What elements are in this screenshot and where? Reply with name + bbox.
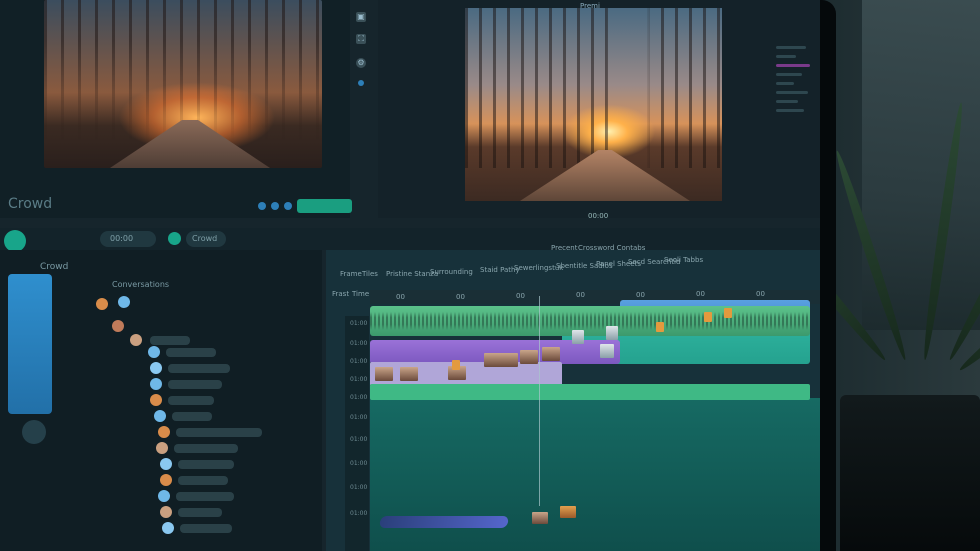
timeline-menu-item[interactable]: Frame <box>340 270 362 278</box>
inspector-panel[interactable] <box>772 40 820 220</box>
playhead[interactable] <box>539 296 540 506</box>
timeline-menu-item[interactable]: Seoli Tabbs <box>664 256 703 264</box>
source-trees <box>44 0 322 140</box>
timeline-menu-item[interactable]: Tiles <box>362 270 378 278</box>
timecode-pill[interactable]: 00:00 <box>100 231 156 247</box>
monitor-icon[interactable]: ▣ <box>356 12 366 22</box>
ruler-tick: 00 <box>516 292 525 300</box>
pill-mid-label: Crowd <box>192 234 218 243</box>
plant-pot <box>840 395 980 551</box>
sidebar-media-bin[interactable] <box>8 274 52 414</box>
ruler-tick: 00 <box>636 291 645 299</box>
audio-clip[interactable] <box>370 306 810 336</box>
settings-icon[interactable]: ⚙ <box>356 58 366 68</box>
ruler-tick: 00 <box>396 293 405 301</box>
empty-track-area[interactable] <box>370 398 820 551</box>
record-indicator-icon <box>358 80 364 86</box>
timeline-left-label: Frast <box>332 290 350 298</box>
ruler-tick: 00 <box>696 290 705 298</box>
ruler-tick: 00 <box>456 293 465 301</box>
cart-icon[interactable]: ⛶ <box>356 34 366 44</box>
program-timecode: 00:00 <box>588 212 609 220</box>
crowd-pill[interactable]: Crowd <box>186 231 226 247</box>
video-clip[interactable] <box>370 362 562 386</box>
timeline-label-b[interactable]: Crossword Contabs <box>578 244 645 252</box>
timeline-label-a[interactable]: Precent <box>551 244 577 252</box>
media-tab[interactable]: Crowd <box>40 262 68 272</box>
zoom-scrollbar[interactable] <box>378 516 510 528</box>
loop-button[interactable] <box>284 202 292 210</box>
play-button[interactable] <box>258 202 266 210</box>
user-icon[interactable] <box>22 420 46 444</box>
ruler-tick: 00 <box>576 291 585 299</box>
timeline-menu-item[interactable]: Surrounding <box>430 268 473 276</box>
video-editor-screen: ▣ ⛶ ⚙ Premi 00:00 Crowd 00:00 Crowd Crow… <box>0 0 820 551</box>
media-header: Conversations <box>112 280 170 289</box>
program-trees <box>465 8 722 168</box>
sync-icon[interactable] <box>168 232 181 245</box>
add-media-icon[interactable] <box>4 230 26 252</box>
green-clip[interactable] <box>370 384 810 400</box>
export-button[interactable] <box>297 199 352 213</box>
pill-left-label: 00:00 <box>110 234 134 243</box>
timeline-left-label: Time <box>352 290 370 298</box>
stop-button[interactable] <box>271 202 279 210</box>
ruler-tick: 00 <box>756 290 765 298</box>
project-label: Crowd <box>8 196 53 212</box>
